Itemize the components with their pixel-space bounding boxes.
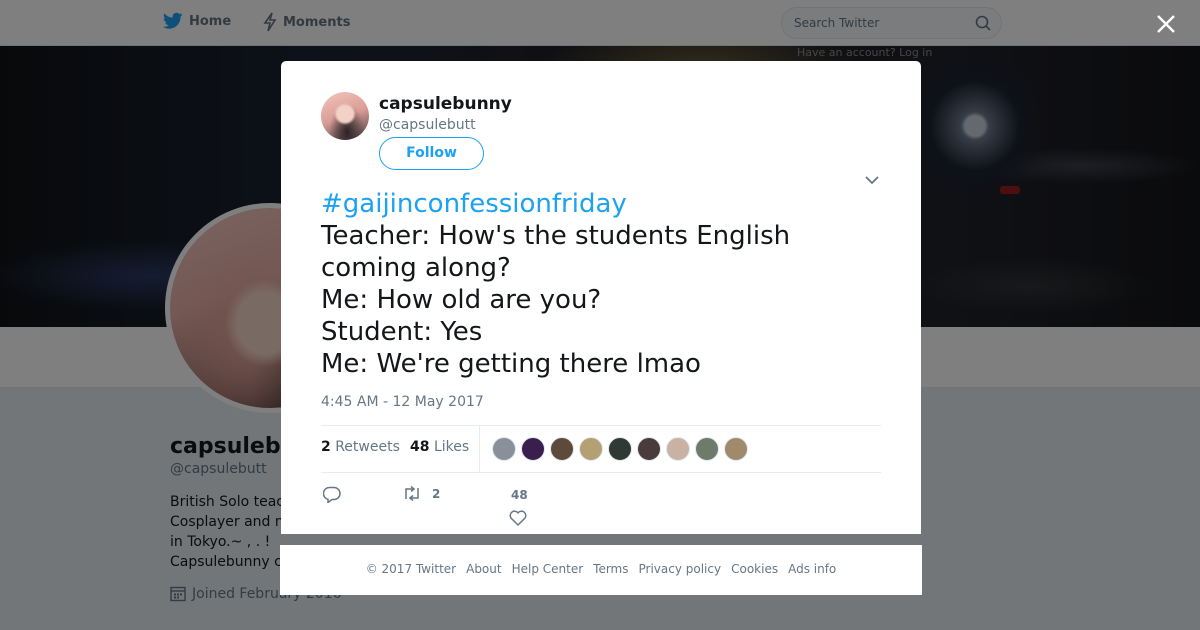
- footer-link[interactable]: Privacy policy: [639, 562, 722, 576]
- retweet-action-count: 2: [432, 486, 441, 501]
- liker-avatar[interactable]: [666, 437, 690, 461]
- tweet-timestamp[interactable]: 4:45 AM - 12 May 2017: [321, 394, 484, 410]
- liker-avatar[interactable]: [579, 437, 603, 461]
- footer-links: © 2017 Twitter About Help Center Terms Priva…: [280, 562, 922, 576]
- retweets-stat[interactable]: 2 Retweets: [321, 439, 400, 455]
- tweet-line: Student: Yes: [321, 317, 483, 347]
- retweets-label: Retweets: [335, 439, 400, 455]
- follow-button[interactable]: Follow: [379, 137, 484, 170]
- retweets-count: 2: [321, 439, 331, 455]
- liker-avatar[interactable]: [695, 437, 719, 461]
- tweet-actions: 2 48: [321, 481, 881, 531]
- liker-avatar[interactable]: [724, 437, 748, 461]
- tweet-line: Me: How old are you?: [321, 285, 602, 315]
- likes-count: 48: [410, 439, 430, 455]
- reply-icon: [323, 486, 341, 503]
- footer-link: © 2017 Twitter: [365, 562, 457, 576]
- likes-label: Likes: [433, 439, 470, 455]
- like-action-count: 48: [511, 488, 528, 502]
- liker-avatar[interactable]: [492, 437, 516, 461]
- tweet-text: #gaijinconfessionfriday Teacher: How's t…: [321, 188, 881, 380]
- footer-link[interactable]: Terms: [593, 562, 628, 576]
- reply-button[interactable]: [323, 486, 341, 503]
- hashtag-link[interactable]: #gaijinconfessionfriday: [321, 188, 881, 220]
- footer-link[interactable]: Ads info: [788, 562, 836, 576]
- footer: © 2017 Twitter About Help Center Terms Priva…: [280, 545, 922, 595]
- footer-link[interactable]: About: [466, 562, 501, 576]
- footer-link[interactable]: Cookies: [731, 562, 778, 576]
- liker-avatars: [492, 437, 753, 461]
- liker-avatar[interactable]: [521, 437, 545, 461]
- tweet-line: Teacher: How's the students English: [321, 221, 791, 251]
- likes-stat[interactable]: 48 Likes: [410, 439, 469, 455]
- author-handle[interactable]: @capsulebutt: [379, 117, 476, 133]
- close-icon[interactable]: [1155, 13, 1177, 35]
- liker-avatar[interactable]: [550, 437, 574, 461]
- footer-link[interactable]: Help Center: [512, 562, 584, 576]
- liker-avatar[interactable]: [637, 437, 661, 461]
- tweet-modal: capsulebunny @capsulebutt Follow #gaijin…: [281, 61, 921, 534]
- liker-avatar[interactable]: [608, 437, 632, 461]
- like-button[interactable]: [509, 510, 527, 526]
- tweet-line: Me: We're getting there lmao: [321, 349, 701, 379]
- tweet-stats: 2 Retweets 48 Likes: [321, 425, 881, 473]
- author-avatar[interactable]: [321, 92, 369, 140]
- stats-divider: [479, 426, 480, 473]
- retweet-button[interactable]: 2: [402, 486, 440, 501]
- tweet-line: coming along?: [321, 253, 511, 283]
- retweet-icon: [405, 486, 419, 501]
- author-name[interactable]: capsulebunny: [379, 94, 512, 114]
- chevron-down-icon[interactable]: [864, 173, 880, 187]
- heart-icon: [509, 510, 527, 526]
